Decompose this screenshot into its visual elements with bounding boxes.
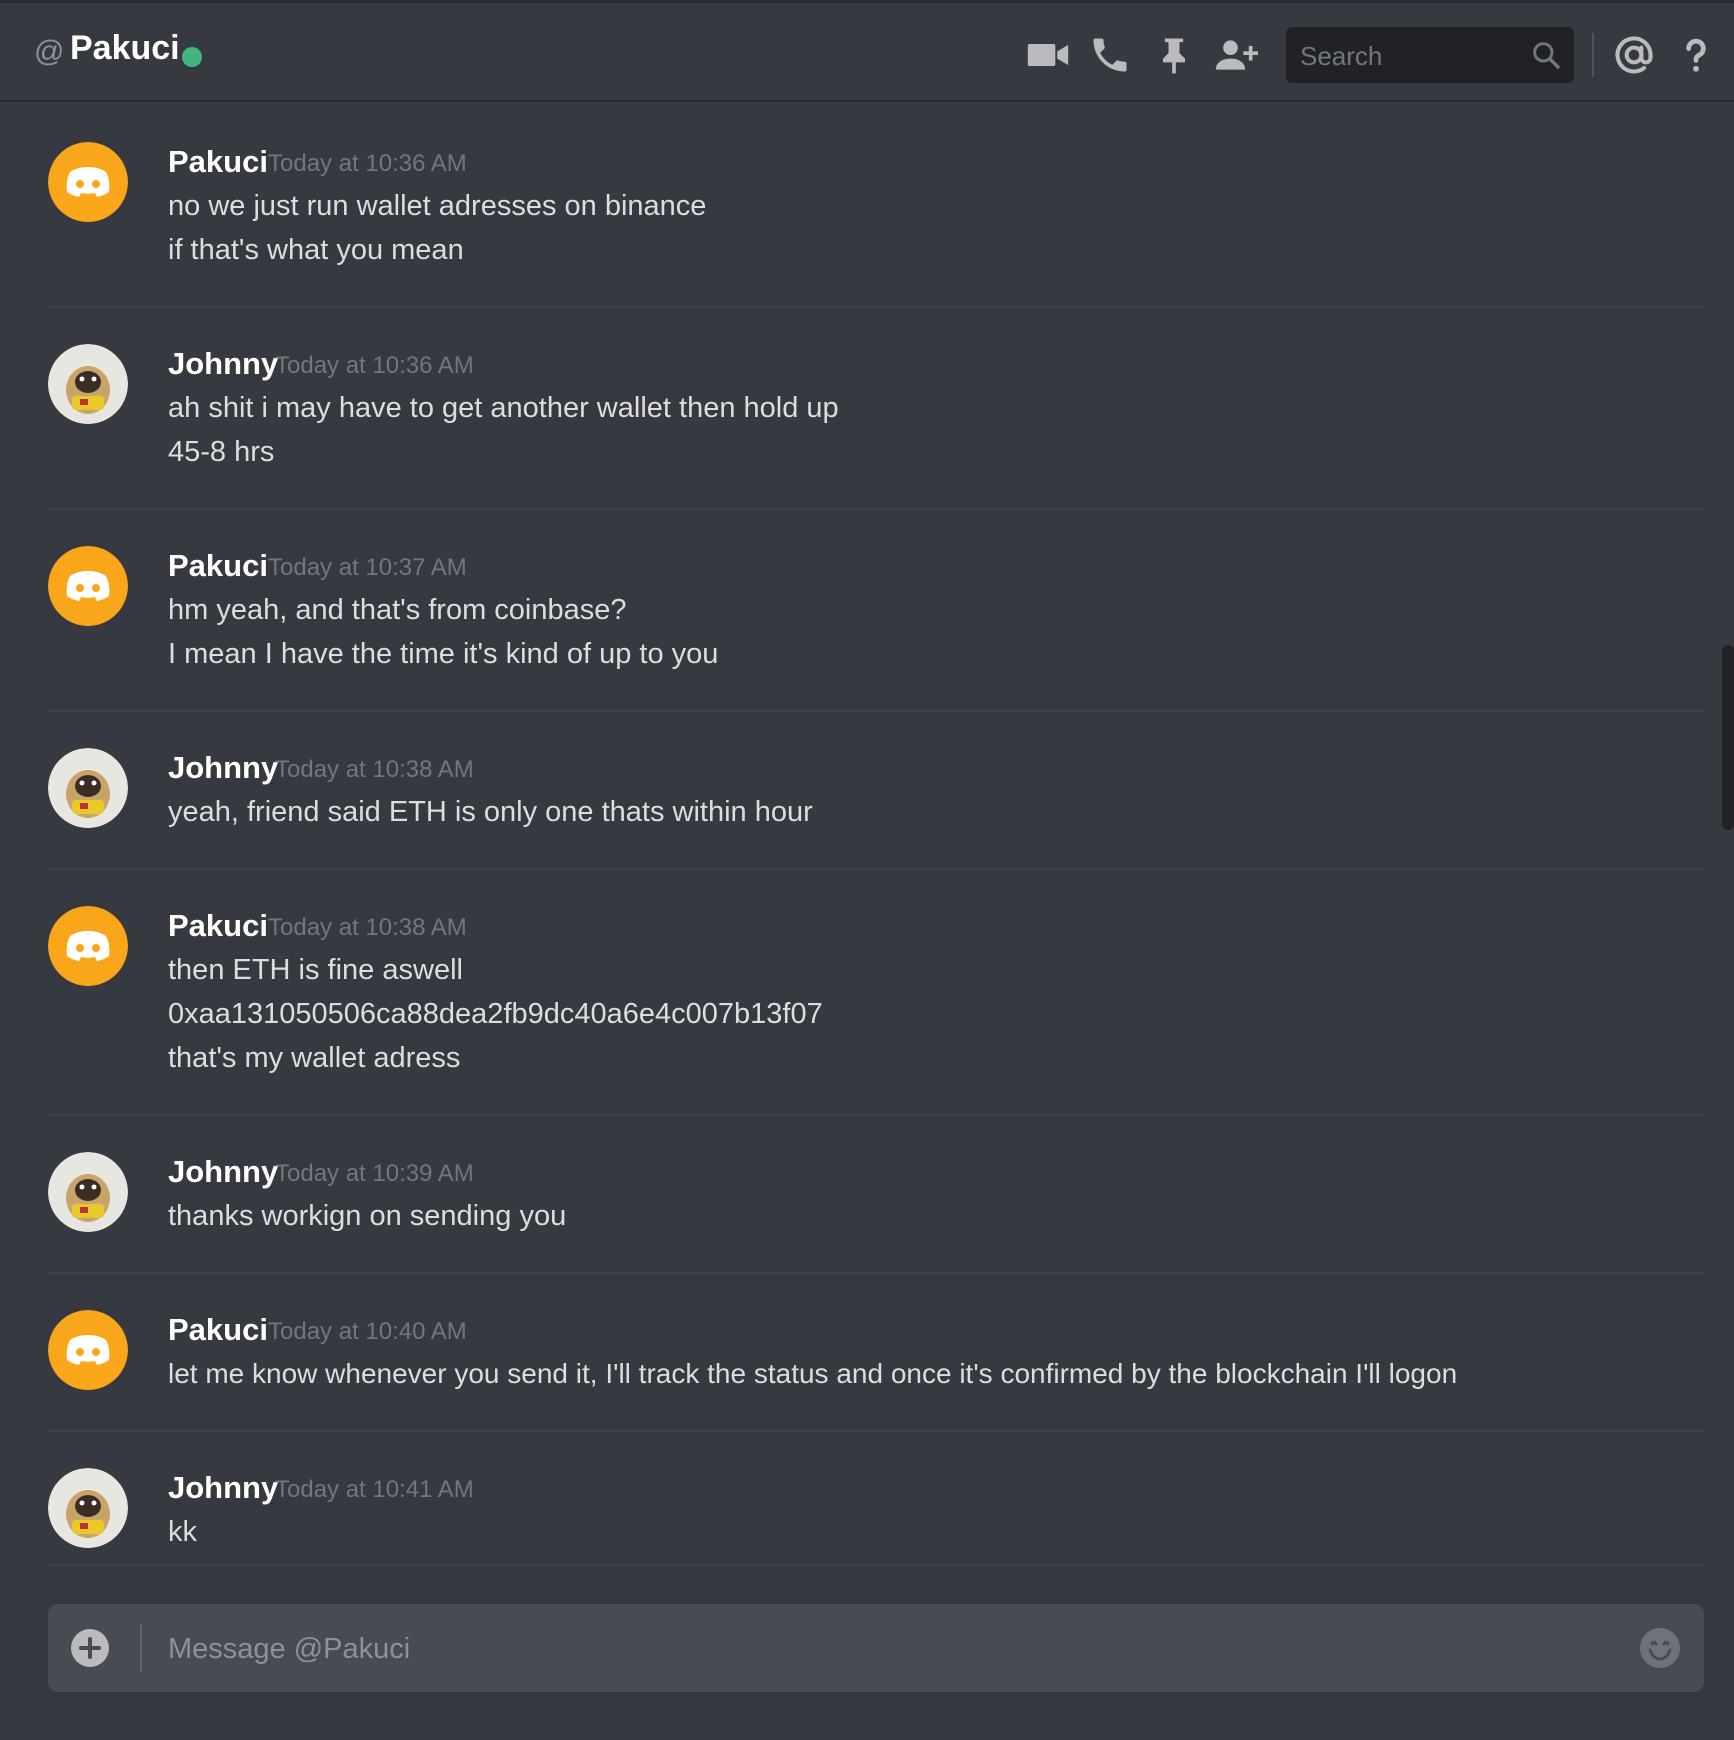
message-timestamp: Today at 10:36 AM xyxy=(268,150,467,177)
message-timestamp: Today at 10:38 AM xyxy=(268,914,467,941)
message-author[interactable]: Pakuci xyxy=(168,908,268,944)
message-line: let me know whenever you send it, I'll t… xyxy=(168,1358,1458,1389)
message-input[interactable] xyxy=(166,1626,1570,1672)
channel-title[interactable]: Pakuci xyxy=(70,29,180,68)
dm-at-icon: @ xyxy=(34,35,65,68)
message-group: Johnny Today at 10:41 AM kk xyxy=(48,1430,1704,1566)
search-icon[interactable] xyxy=(1530,39,1562,71)
message-line: ah shit i may have to get another wallet… xyxy=(168,392,839,424)
message-line: kk xyxy=(168,1516,197,1548)
attach-plus-icon[interactable] xyxy=(70,1628,110,1668)
message-line: no we just run wallet adresses on binanc… xyxy=(168,190,707,222)
composer-divider xyxy=(140,1624,142,1672)
discord-default-avatar-icon[interactable] xyxy=(48,546,128,626)
discord-default-avatar-icon[interactable] xyxy=(48,906,128,986)
mention-icon[interactable] xyxy=(1612,33,1656,77)
add-friend-icon[interactable] xyxy=(1214,33,1258,77)
message-line: thanks workign on sending you xyxy=(168,1200,567,1232)
help-icon[interactable] xyxy=(1674,33,1718,77)
pug-avatar-icon[interactable] xyxy=(48,1152,128,1232)
header-divider xyxy=(1592,33,1594,77)
pug-avatar-icon[interactable] xyxy=(48,344,128,424)
discord-default-avatar-icon[interactable] xyxy=(48,142,128,222)
message-author[interactable]: Johnny xyxy=(168,346,278,382)
channel-header: @ Pakuci xyxy=(0,0,1734,100)
voice-call-icon[interactable] xyxy=(1088,33,1132,77)
message-timestamp: Today at 10:37 AM xyxy=(268,554,467,581)
emoji-smile-icon[interactable] xyxy=(1638,1626,1682,1670)
message-line: I mean I have the time it's kind of up t… xyxy=(168,638,719,670)
message-line: hm yeah, and that's from coinbase? xyxy=(168,594,627,626)
pug-avatar-icon[interactable] xyxy=(48,1468,128,1548)
message-timestamp: Today at 10:38 AM xyxy=(275,756,474,783)
scrollbar-thumb[interactable] xyxy=(1722,645,1734,830)
message-author[interactable]: Pakuci xyxy=(168,1312,268,1348)
pin-icon[interactable] xyxy=(1152,33,1196,77)
message-author[interactable]: Pakuci xyxy=(168,548,268,584)
message-line: then ETH is fine aswell xyxy=(168,954,463,986)
message-author[interactable]: Johnny xyxy=(168,1154,278,1190)
message-line: yeah, friend said ETH is only one thats … xyxy=(168,796,813,828)
message-group: Pakuci Today at 10:36 AM no we just run … xyxy=(48,104,1704,308)
message-line: if that's what you mean xyxy=(168,234,464,266)
message-group: Pakuci Today at 10:38 AM then ETH is fin… xyxy=(48,868,1704,1116)
video-call-icon[interactable] xyxy=(1026,33,1070,77)
message-timestamp: Today at 10:39 AM xyxy=(275,1160,474,1187)
message-line: that's my wallet adress xyxy=(168,1042,461,1074)
message-author[interactable]: Johnny xyxy=(168,750,278,786)
online-status-icon xyxy=(182,47,202,67)
pug-avatar-icon[interactable] xyxy=(48,748,128,828)
message-line: 45-8 hrs xyxy=(168,436,275,468)
message-group: Johnny Today at 10:38 AM yeah, friend sa… xyxy=(48,710,1704,870)
search-input[interactable] xyxy=(1298,39,1522,73)
discord-default-avatar-icon[interactable] xyxy=(48,1310,128,1390)
message-timestamp: Today at 10:36 AM xyxy=(275,352,474,379)
message-group: Pakuci Today at 10:40 AM let me know whe… xyxy=(48,1272,1704,1432)
message-group: Johnny Today at 10:39 AM thanks workign … xyxy=(48,1114,1704,1274)
message-timestamp: Today at 10:41 AM xyxy=(275,1476,474,1503)
message-group: Johnny Today at 10:36 AM ah shit i may h… xyxy=(48,306,1704,510)
message-author[interactable]: Pakuci xyxy=(168,144,268,180)
message-timestamp: Today at 10:40 AM xyxy=(268,1318,467,1345)
message-group: Pakuci Today at 10:37 AM hm yeah, and th… xyxy=(48,508,1704,712)
search-bar[interactable] xyxy=(1286,27,1574,83)
wallet-address-text: 0xaa131050506ca88dea2fb9dc40a6e4c007b13f… xyxy=(168,998,823,1030)
message-author[interactable]: Johnny xyxy=(168,1470,278,1506)
message-composer xyxy=(48,1604,1704,1692)
